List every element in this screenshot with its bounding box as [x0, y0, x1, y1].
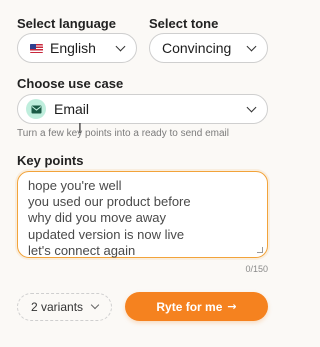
email-icon — [26, 99, 46, 119]
chevron-down-icon — [115, 41, 126, 51]
use-case-label: Choose use case — [17, 76, 124, 91]
language-label: Select language — [17, 16, 116, 31]
chevron-down-icon — [246, 41, 257, 51]
chevron-down-icon — [246, 102, 257, 112]
use-case-value: Email — [54, 101, 90, 117]
key-point-line: hope you're well — [28, 178, 122, 193]
tone-label: Select tone — [149, 16, 219, 31]
key-point-line: let's connect again — [28, 242, 136, 258]
us-flag-icon — [30, 43, 43, 53]
variants-value: 2 variants — [31, 300, 84, 314]
ryte-for-me-button[interactable]: Ryte for me → — [125, 292, 268, 321]
tone-value: Convincing — [162, 40, 232, 56]
ryte-form-panel: Select language English Select tone Conv… — [0, 0, 286, 347]
character-counter: 0/150 — [245, 264, 268, 274]
resize-handle-icon[interactable] — [257, 247, 263, 253]
key-points-label: Key points — [17, 153, 84, 168]
key-point-line: updated version is now live — [28, 226, 185, 242]
language-value: English — [50, 40, 96, 56]
key-point-line: why did you move away — [28, 210, 167, 226]
arrow-right-icon: → — [227, 300, 237, 313]
use-case-select[interactable]: Email — [17, 94, 268, 124]
ryte-for-me-label: Ryte for me — [156, 299, 223, 314]
chevron-down-icon — [90, 300, 100, 310]
text-cursor-icon: I — [78, 122, 82, 137]
variants-select[interactable]: 2 variants — [17, 293, 112, 321]
key-points-textarea[interactable]: hope you're well you used our product be… — [17, 171, 268, 258]
language-select[interactable]: English — [17, 33, 137, 63]
use-case-hint: Turn a few key points into a ready to se… — [17, 128, 229, 139]
key-point-line: you used our product before — [28, 194, 191, 210]
tone-select[interactable]: Convincing — [149, 33, 268, 63]
